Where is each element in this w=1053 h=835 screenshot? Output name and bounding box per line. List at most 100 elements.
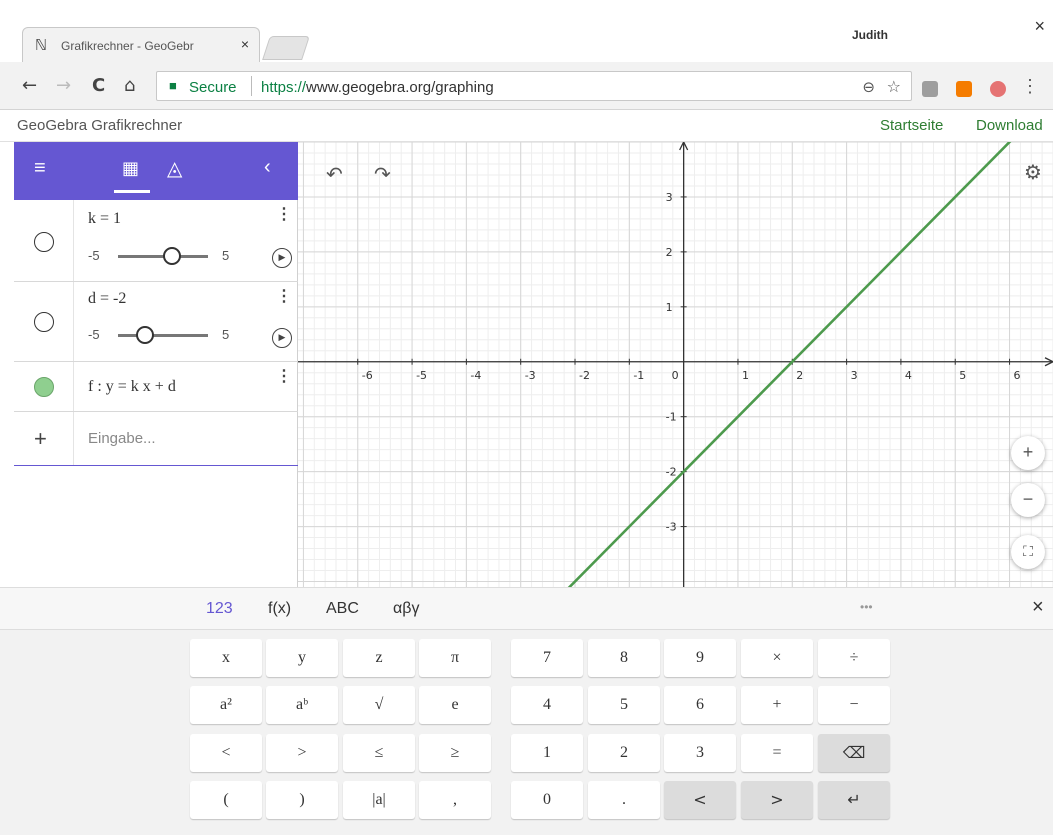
profile-name[interactable]: Judith bbox=[852, 28, 888, 42]
slider-min: -5 bbox=[88, 248, 100, 263]
item-options-icon[interactable]: ⋮ bbox=[276, 286, 292, 306]
cursor-left-key[interactable]: < bbox=[664, 781, 736, 819]
keyboard-key[interactable]: 2 bbox=[588, 734, 660, 772]
item-definition[interactable]: d = -2 bbox=[88, 290, 126, 308]
keyboard-key[interactable]: aᵇ bbox=[266, 686, 338, 724]
keyboard-key[interactable]: < bbox=[190, 734, 262, 772]
browser-menu-icon[interactable]: ⋮ bbox=[1021, 76, 1039, 97]
zoom-icon[interactable]: ⊖ bbox=[862, 78, 875, 96]
item-options-icon[interactable]: ⋮ bbox=[276, 204, 292, 224]
graphics-view[interactable]: -6 -5 -4 -3 -2 -1 0 1 2 3 4 5 6 3 2 1 -1 -2 -3 ↶ ↷ ⚙ + − ⛶ bbox=[298, 142, 1053, 587]
enter-key[interactable]: ↵ bbox=[818, 781, 890, 819]
keyboard-key[interactable]: z bbox=[343, 639, 415, 677]
keyboard-key[interactable]: √ bbox=[343, 686, 415, 724]
zoom-in-button[interactable]: + bbox=[1011, 436, 1045, 470]
keyboard-key[interactable]: , bbox=[419, 781, 491, 819]
browser-tab[interactable]: ℕ Grafikrechner - GeoGebr × bbox=[22, 27, 260, 63]
keyboard-key[interactable]: ≤ bbox=[343, 734, 415, 772]
settings-gear-icon[interactable]: ⚙ bbox=[1024, 160, 1042, 184]
redo-icon[interactable]: ↷ bbox=[374, 162, 391, 186]
add-item-icon[interactable]: + bbox=[34, 426, 47, 452]
item-definition[interactable]: k = 1 bbox=[88, 210, 121, 228]
keyboard-key[interactable]: − bbox=[818, 686, 890, 724]
slider-thumb[interactable] bbox=[136, 326, 154, 344]
keyboard-key[interactable]: |a| bbox=[343, 781, 415, 819]
tab-close-icon[interactable]: × bbox=[241, 36, 249, 52]
keyboard-key[interactable]: 7 bbox=[511, 639, 583, 677]
window-close-icon[interactable]: × bbox=[1034, 16, 1045, 37]
keyboard-key[interactable]: ( bbox=[190, 781, 262, 819]
slider-track[interactable] bbox=[118, 334, 208, 337]
keyboard-key[interactable]: > bbox=[266, 734, 338, 772]
url-text[interactable]: https://www.geogebra.org/graphing bbox=[261, 79, 494, 96]
keyboard-key[interactable]: × bbox=[741, 639, 813, 677]
backspace-key[interactable]: ⌫ bbox=[818, 734, 890, 772]
forward-icon[interactable]: → bbox=[56, 75, 71, 96]
keyboard-key[interactable]: 0 bbox=[511, 781, 583, 819]
y-tick-label: -1 bbox=[666, 411, 677, 424]
keyboard-key[interactable]: 5 bbox=[588, 686, 660, 724]
x-tick-label: 3 bbox=[851, 369, 858, 382]
item-options-icon[interactable]: ⋮ bbox=[276, 366, 292, 386]
visibility-toggle-icon[interactable] bbox=[34, 232, 54, 252]
collapse-panel-icon[interactable]: ‹ bbox=[264, 156, 271, 179]
tab-123[interactable]: 123 bbox=[206, 600, 233, 618]
menu-icon[interactable]: ≡ bbox=[34, 157, 46, 180]
undo-icon[interactable]: ↶ bbox=[326, 162, 343, 186]
geometry-tools-icon[interactable]: ◬ bbox=[167, 156, 182, 180]
drive-extension-icon[interactable] bbox=[922, 81, 938, 97]
keyboard-key[interactable]: 8 bbox=[588, 639, 660, 677]
keyboard-key[interactable]: 4 bbox=[511, 686, 583, 724]
algebra-toolbar: ≡ ▦ ◬ ‹ bbox=[14, 142, 298, 200]
back-icon[interactable]: ← bbox=[22, 75, 37, 96]
keyboard-key[interactable]: ≥ bbox=[419, 734, 491, 772]
tab-fx[interactable]: f(x) bbox=[268, 600, 291, 618]
tab-greek[interactable]: αβγ bbox=[393, 600, 419, 618]
startseite-link[interactable]: Startseite bbox=[880, 117, 943, 134]
bookmark-star-icon[interactable]: ☆ bbox=[887, 77, 901, 96]
keyboard-key[interactable]: π bbox=[419, 639, 491, 677]
keyboard-key[interactable]: a² bbox=[190, 686, 262, 724]
keyboard-key[interactable]: . bbox=[588, 781, 660, 819]
keyboard-key[interactable]: e bbox=[419, 686, 491, 724]
download-link[interactable]: Download bbox=[976, 117, 1043, 134]
algebra-item-d[interactable]: d = -2 ⋮ -5 5 ▶ bbox=[14, 282, 298, 362]
x-tick-label: 4 bbox=[905, 369, 912, 382]
zoom-out-button[interactable]: − bbox=[1011, 483, 1045, 517]
play-icon[interactable]: ▶ bbox=[272, 248, 292, 268]
flask-extension-icon[interactable] bbox=[990, 81, 1006, 97]
slider-thumb[interactable] bbox=[163, 247, 181, 265]
algebra-input[interactable]: Eingabe... bbox=[88, 430, 156, 447]
address-bar[interactable]: ■ Secure https://www.geogebra.org/graphi… bbox=[156, 71, 912, 101]
reload-icon[interactable]: C bbox=[92, 75, 105, 96]
play-icon[interactable]: ▶ bbox=[272, 328, 292, 348]
virtual-keyboard: 123 f(x) ABC αβγ ••• × x y z π a² aᵇ √ e < > ≤ ≥() |… bbox=[0, 587, 1053, 835]
home-icon[interactable]: ⌂ bbox=[124, 75, 135, 96]
keyboard-key[interactable]: ÷ bbox=[818, 639, 890, 677]
visibility-toggle-icon[interactable] bbox=[34, 377, 54, 397]
algebra-input-row[interactable]: + Eingabe... bbox=[14, 412, 298, 466]
keyboard-key[interactable]: x bbox=[190, 639, 262, 677]
calculator-icon[interactable]: ▦ bbox=[122, 158, 139, 179]
keyboard-key[interactable]: = bbox=[741, 734, 813, 772]
keyboard-key[interactable]: y bbox=[266, 639, 338, 677]
keyboard-key[interactable]: 1 bbox=[511, 734, 583, 772]
new-tab-button[interactable] bbox=[262, 36, 310, 60]
keyboard-more-icon[interactable]: ••• bbox=[860, 600, 873, 614]
keyboard-key[interactable]: ) bbox=[266, 781, 338, 819]
keyboard-key[interactable]: 3 bbox=[664, 734, 736, 772]
algebra-item-k[interactable]: k = 1 ⋮ -5 5 ▶ bbox=[14, 200, 298, 282]
keyboard-close-icon[interactable]: × bbox=[1032, 596, 1044, 619]
visibility-toggle-icon[interactable] bbox=[34, 312, 54, 332]
algebra-item-f[interactable]: f : y = k x + d ⋮ bbox=[14, 362, 298, 412]
tab-abc[interactable]: ABC bbox=[326, 600, 359, 618]
keyboard-key[interactable]: + bbox=[741, 686, 813, 724]
omnibox-separator bbox=[251, 76, 252, 96]
cursor-right-key[interactable]: > bbox=[741, 781, 813, 819]
keyboard-key[interactable]: 9 bbox=[664, 639, 736, 677]
item-definition[interactable]: f : y = k x + d bbox=[88, 378, 176, 396]
analytics-extension-icon[interactable] bbox=[956, 81, 972, 97]
graph-canvas[interactable]: -6 -5 -4 -3 -2 -1 0 1 2 3 4 5 6 3 2 1 -1 -2 -3 bbox=[298, 142, 1053, 587]
keyboard-key[interactable]: 6 bbox=[664, 686, 736, 724]
fullscreen-button[interactable]: ⛶ bbox=[1011, 535, 1045, 569]
